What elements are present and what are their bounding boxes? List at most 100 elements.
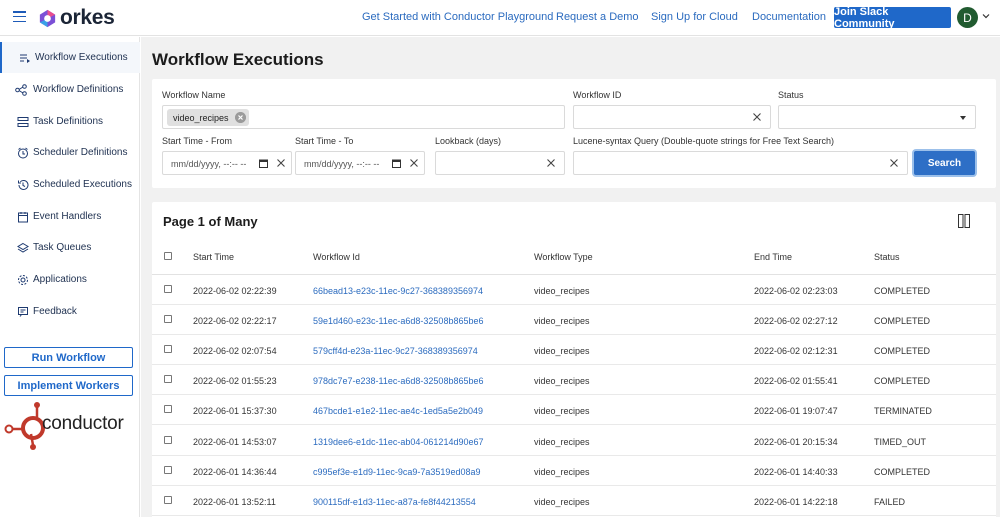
status-select[interactable] [778, 105, 976, 129]
sidebar-item-workflow-definitions[interactable]: Workflow Definitions [0, 74, 140, 105]
clear-icon[interactable] [546, 158, 556, 168]
row-start-time: 2022-06-01 15:37:30 [193, 406, 277, 416]
chevron-down-icon[interactable] [982, 12, 990, 20]
nav-documentation[interactable]: Documentation [752, 11, 826, 23]
row-workflow-id-link[interactable]: c995ef3e-e1d9-11ec-9ca9-7a3519ed08a9 [313, 467, 480, 477]
row-status: TIMED_OUT [874, 437, 927, 447]
workflow-id-label: Workflow ID [573, 90, 622, 100]
sidebar-item-label: Workflow Executions [35, 52, 128, 63]
lookback-input[interactable] [435, 151, 565, 175]
sidebar-item-applications[interactable]: Applications [0, 264, 140, 295]
sidebar-item-label: Task Definitions [33, 116, 104, 127]
table-row[interactable]: 2022-06-02 02:07:54 579cff4d-e23a-11ec-9… [152, 335, 996, 365]
table-row[interactable]: 2022-06-02 01:55:23 978dc7e7-e238-11ec-a… [152, 365, 996, 395]
sidebar-item-label: Task Queues [33, 242, 92, 253]
row-workflow-id-link[interactable]: 579cff4d-e23a-11ec-9c27-368389356974 [313, 346, 478, 356]
row-workflow-id-link[interactable]: 978dc7e7-e238-11ec-a6d8-32508b865be6 [313, 376, 483, 386]
row-checkbox[interactable] [164, 405, 172, 413]
row-checkbox[interactable] [164, 315, 172, 323]
start-time-from-input[interactable]: mm/dd/yyyy, --:-- -- [162, 151, 292, 175]
row-status: COMPLETED [874, 346, 931, 356]
column-header-workflow-id[interactable]: Workflow Id [313, 252, 360, 262]
column-header-workflow-type[interactable]: Workflow Type [534, 252, 593, 262]
row-start-time: 2022-06-01 13:52:11 [193, 497, 276, 507]
join-slack-button[interactable]: Join Slack Community [834, 6, 951, 30]
row-checkbox[interactable] [164, 375, 172, 383]
sidebar-item-task-definitions[interactable]: Task Definitions [0, 106, 140, 137]
hamburger-menu-icon[interactable] [13, 11, 26, 23]
row-workflow-id-link[interactable]: 59e1d460-e23c-11ec-a6d8-32508b865be6 [313, 316, 483, 326]
status-label: Status [778, 90, 804, 100]
lucene-query-label: Lucene-syntax Query (Double-quote string… [573, 136, 834, 146]
sidebar-item-scheduler-definitions[interactable]: Scheduler Definitions [0, 137, 140, 168]
date-placeholder: mm/dd/yyyy, --:-- -- [304, 159, 380, 169]
table-row[interactable]: 2022-06-02 02:22:39 66bead13-e23c-11ec-9… [152, 275, 996, 305]
results-panel: Page 1 of Many Start Time Workflow Id Wo… [152, 202, 996, 517]
table-row[interactable]: 2022-06-02 02:22:17 59e1d460-e23c-11ec-a… [152, 305, 996, 335]
start-to-label: Start Time - To [295, 136, 354, 146]
column-header-end-time[interactable]: End Time [754, 252, 792, 262]
table-row[interactable]: 2022-06-01 13:52:11 900115df-e1d3-11ec-a… [152, 486, 996, 516]
orkes-logo-icon [39, 9, 56, 27]
calendar-icon[interactable] [259, 159, 268, 168]
table-row[interactable]: 2022-06-01 14:53:07 1319dee6-e1dc-11ec-a… [152, 426, 996, 456]
sidebar-item-label: Event Handlers [33, 211, 102, 222]
row-end-time: 2022-06-01 14:22:18 [754, 497, 838, 507]
calendar-icon[interactable] [392, 159, 401, 168]
sidebar-item-task-queues[interactable]: Task Queues [0, 232, 140, 263]
run-workflow-button[interactable]: Run Workflow [4, 347, 133, 368]
clear-icon[interactable] [276, 158, 286, 168]
row-start-time: 2022-06-02 01:55:23 [193, 376, 277, 386]
sidebar-item-label: Feedback [33, 306, 77, 317]
clear-icon[interactable] [889, 158, 899, 168]
sidebar-item-event-handlers[interactable]: Event Handlers [0, 201, 140, 232]
search-button[interactable]: Search [914, 151, 975, 175]
caret-down-icon [960, 116, 966, 120]
workflow-name-label: Workflow Name [162, 90, 226, 100]
user-avatar[interactable]: D [957, 7, 978, 28]
implement-workers-button[interactable]: Implement Workers [4, 375, 133, 396]
nav-get-started[interactable]: Get Started with Conductor Playground [362, 11, 553, 23]
orkes-logo[interactable]: orkes [37, 6, 115, 30]
nav-request-demo[interactable]: Request a Demo [556, 11, 639, 23]
row-checkbox[interactable] [164, 466, 172, 474]
workflow-name-chip[interactable]: video_recipes [167, 109, 249, 126]
brand-name: orkes [60, 6, 115, 29]
row-start-time: 2022-06-01 14:36:44 [193, 467, 277, 477]
chip-remove-icon[interactable] [234, 112, 246, 123]
lucene-query-input[interactable] [573, 151, 908, 175]
row-checkbox[interactable] [164, 436, 172, 444]
nav-sign-up[interactable]: Sign Up for Cloud [651, 11, 738, 23]
filter-panel: Workflow Name video_recipes Workflow ID … [152, 79, 996, 188]
start-time-to-input[interactable]: mm/dd/yyyy, --:-- -- [295, 151, 425, 175]
select-all-checkbox[interactable] [164, 252, 172, 260]
history-icon [18, 179, 29, 190]
clock-icon [18, 147, 28, 158]
layers-icon [17, 242, 29, 253]
table-row[interactable]: 2022-06-01 15:37:30 467bcde1-e1e2-11ec-a… [152, 395, 996, 425]
row-end-time: 2022-06-02 02:12:31 [754, 346, 838, 356]
row-workflow-id-link[interactable]: 467bcde1-e1e2-11ec-ae4c-1ed5a5e2b049 [313, 406, 483, 416]
row-workflow-type: video_recipes [534, 406, 590, 416]
columns-icon[interactable] [958, 214, 970, 228]
workflow-id-input[interactable] [573, 105, 771, 129]
table-row[interactable]: 2022-06-01 14:36:44 c995ef3e-e1d9-11ec-9… [152, 456, 996, 486]
workflow-name-input[interactable]: video_recipes [162, 105, 565, 129]
row-checkbox[interactable] [164, 285, 172, 293]
clear-icon[interactable] [752, 112, 762, 122]
row-checkbox[interactable] [164, 496, 172, 504]
sidebar-item-scheduled-executions[interactable]: Scheduled Executions [0, 169, 140, 200]
chip-label: video_recipes [173, 112, 229, 123]
row-workflow-id-link[interactable]: 1319dee6-e1dc-11ec-ab04-061214d90e67 [313, 437, 483, 447]
row-checkbox[interactable] [164, 345, 172, 353]
column-header-status[interactable]: Status [874, 252, 900, 262]
row-workflow-id-link[interactable]: 900115df-e1d3-11ec-a87a-fe8f44213554 [313, 497, 476, 507]
sidebar-item-feedback[interactable]: Feedback [0, 296, 140, 327]
start-from-label: Start Time - From [162, 136, 233, 146]
clear-icon[interactable] [409, 158, 419, 168]
sidebar-item-workflow-executions[interactable]: Workflow Executions [0, 42, 140, 73]
row-workflow-id-link[interactable]: 66bead13-e23c-11ec-9c27-368389356974 [313, 286, 483, 296]
results-page-title: Page 1 of Many [163, 214, 258, 229]
feedback-icon [18, 306, 28, 317]
column-header-start-time[interactable]: Start Time [193, 252, 234, 262]
